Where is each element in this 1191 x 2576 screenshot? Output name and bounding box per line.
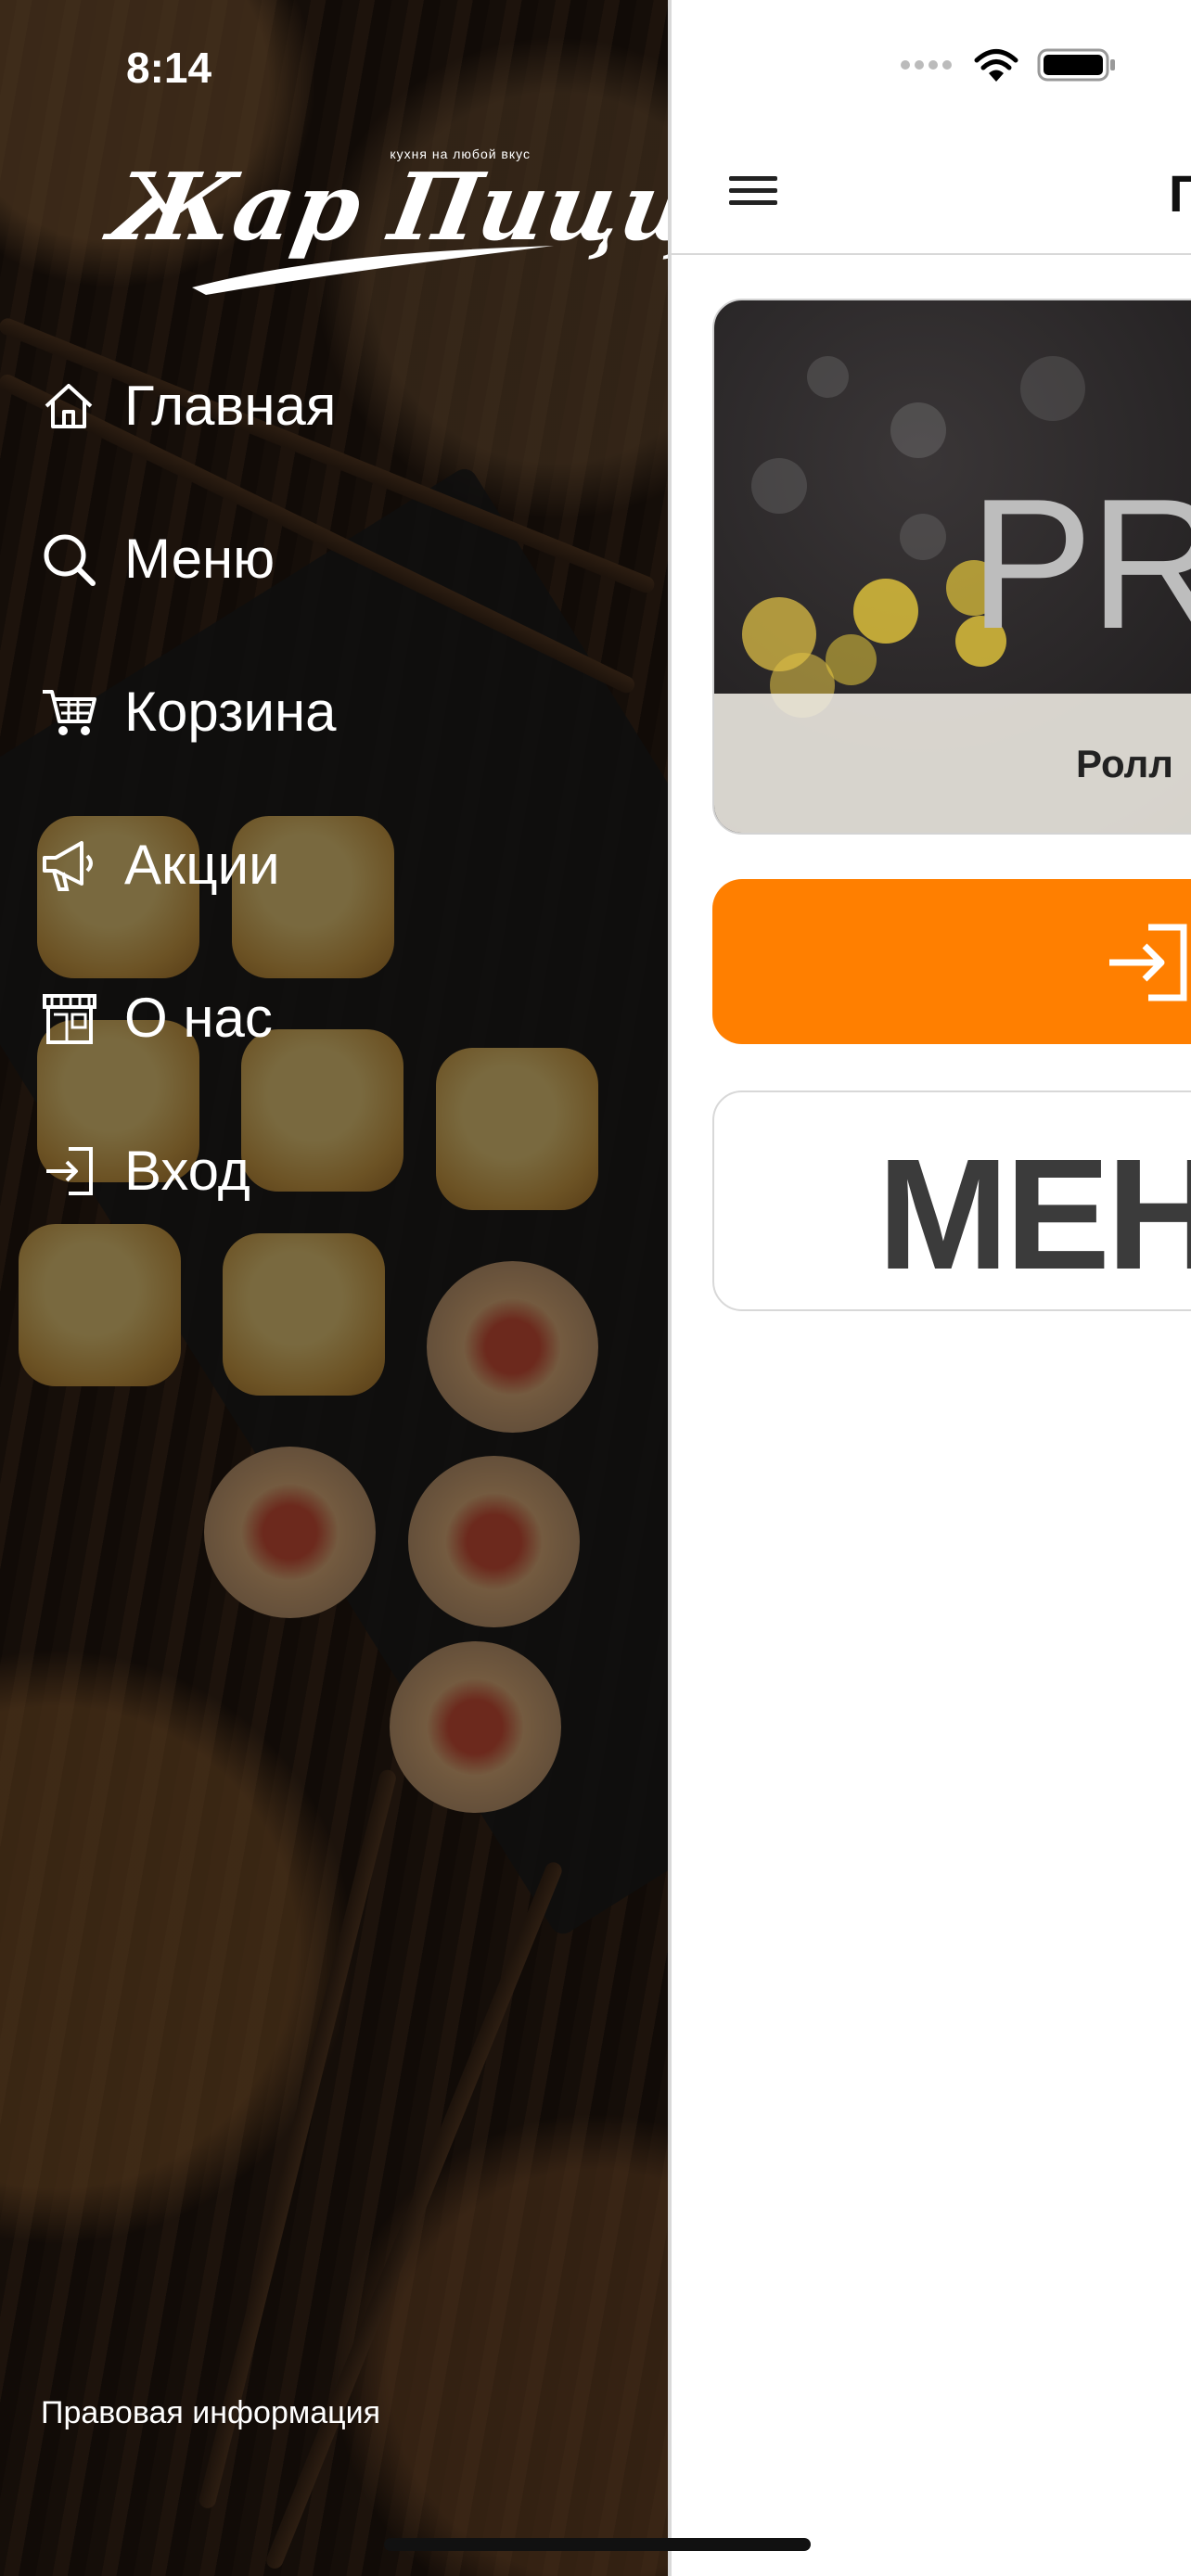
promo-caption: Ролл [1076, 742, 1173, 785]
menu-button-label: МЕН [877, 1127, 1191, 1303]
login-icon [41, 1141, 102, 1202]
promo-headline: PRO [969, 461, 1191, 668]
drawer-item-label: О нас [124, 987, 273, 1049]
cart-icon [41, 682, 102, 743]
drawer-item-label: Вход [124, 1140, 250, 1202]
store-icon [41, 988, 102, 1049]
cellular-signal-icon [901, 60, 952, 70]
status-icons [900, 46, 1117, 83]
search-icon [41, 529, 102, 590]
drawer-item-about[interactable]: О нас [41, 941, 634, 1094]
drawer-item-label: Меню [124, 528, 275, 590]
drawer-item-home[interactable]: Главная [41, 329, 634, 482]
drawer-item-menu[interactable]: Меню [41, 482, 634, 635]
drawer-item-label: Акции [124, 834, 280, 896]
drawer-item-login[interactable]: Вход [41, 1094, 634, 1247]
login-icon [1102, 916, 1191, 1014]
top-app-bar: Г [668, 148, 1191, 255]
drawer-item-promotions[interactable]: Акции [41, 788, 634, 941]
home-icon [41, 376, 102, 437]
navigation-drawer: 8:14 кухня на любой вкус Жар Пицца Главн… [0, 0, 668, 2576]
hamburger-menu-icon[interactable] [729, 169, 785, 215]
legal-info-link[interactable]: Правовая информация [41, 2395, 380, 2431]
drawer-item-cart[interactable]: Корзина [41, 635, 634, 788]
battery-icon [1037, 48, 1115, 82]
brand-logo: кухня на любой вкус Жар Пицца [104, 139, 668, 295]
drawer-menu: Главная Меню Корзина Акции О нас Вход [41, 329, 634, 1247]
status-time: 8:14 [126, 44, 212, 92]
drawer-item-label: Главная [124, 375, 337, 437]
login-button[interactable] [712, 879, 1191, 1044]
promo-caption-bar: Ролл [714, 694, 1191, 833]
main-content: Г PRO Ролл МЕН [668, 0, 1191, 2576]
logo-swoosh-icon [192, 246, 554, 295]
page-title: Г [1169, 164, 1191, 223]
home-indicator[interactable] [384, 2538, 811, 2551]
drawer-item-label: Корзина [124, 681, 337, 743]
megaphone-icon [41, 835, 102, 896]
wifi-icon [974, 49, 1018, 82]
menu-button[interactable]: МЕН [712, 1090, 1191, 1311]
promo-banner[interactable]: PRO Ролл [712, 299, 1191, 835]
